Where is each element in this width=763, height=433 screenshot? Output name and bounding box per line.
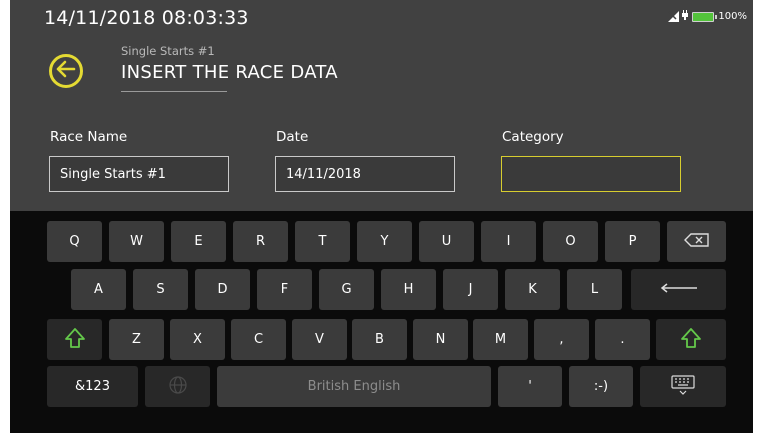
app-screen: 14/11/2018 08:03:33 100% Single Starts #…: [10, 0, 753, 433]
key-k[interactable]: K: [505, 269, 560, 310]
key-n[interactable]: N: [413, 319, 468, 360]
key-o[interactable]: O: [543, 221, 598, 262]
race-name-label: Race Name: [50, 129, 128, 145]
key-c[interactable]: C: [231, 319, 286, 360]
key-s[interactable]: S: [133, 269, 188, 310]
on-screen-keyboard: Q W E R T Y U I O P A S D F G H J K L Z …: [10, 211, 753, 433]
key-space[interactable]: British English: [217, 366, 491, 407]
key-h[interactable]: H: [381, 269, 436, 310]
key-p[interactable]: P: [605, 221, 660, 262]
date-label: Date: [276, 129, 309, 145]
backspace-icon: [683, 232, 710, 251]
key-shift-right[interactable]: [656, 319, 726, 360]
key-comma[interactable]: ,: [534, 319, 589, 360]
key-g[interactable]: G: [319, 269, 374, 310]
key-j[interactable]: J: [443, 269, 498, 310]
page-title: INSERT THE RACE DATA: [121, 62, 338, 83]
battery-percent: 100%: [718, 11, 747, 22]
key-y[interactable]: Y: [357, 221, 412, 262]
status-bar-right: 100%: [668, 10, 747, 23]
key-v[interactable]: V: [292, 319, 347, 360]
key-b[interactable]: B: [352, 319, 407, 360]
category-label: Category: [502, 129, 564, 145]
key-period[interactable]: .: [595, 319, 650, 360]
category-field[interactable]: [501, 156, 681, 192]
date-field[interactable]: 14/11/2018: [275, 156, 455, 192]
keyboard-hide-icon: [671, 374, 695, 399]
key-enter[interactable]: [631, 269, 726, 310]
race-name-field[interactable]: Single Starts #1: [49, 156, 229, 192]
enter-icon: [660, 282, 698, 297]
back-button[interactable]: [49, 54, 83, 88]
key-shift-left[interactable]: [47, 319, 102, 360]
key-d[interactable]: D: [195, 269, 250, 310]
key-symbols[interactable]: &123: [47, 366, 138, 407]
key-backspace[interactable]: [667, 221, 726, 262]
back-arrow-icon: [56, 60, 76, 82]
key-f[interactable]: F: [257, 269, 312, 310]
key-q[interactable]: Q: [47, 221, 102, 262]
title-divider: [121, 91, 227, 92]
charging-icon: [682, 10, 689, 23]
key-r[interactable]: R: [233, 221, 288, 262]
key-language[interactable]: [145, 366, 210, 407]
key-z[interactable]: Z: [109, 319, 164, 360]
key-x[interactable]: X: [170, 319, 225, 360]
key-hide-keyboard[interactable]: [640, 366, 726, 407]
globe-icon: [168, 375, 188, 399]
key-smiley[interactable]: :-): [569, 366, 633, 407]
key-m[interactable]: M: [473, 319, 528, 360]
key-u[interactable]: U: [419, 221, 474, 262]
status-datetime: 14/11/2018 08:03:33: [44, 7, 249, 29]
key-e[interactable]: E: [171, 221, 226, 262]
key-i[interactable]: I: [481, 221, 536, 262]
signal-icon: [668, 11, 680, 22]
page-subtitle: Single Starts #1: [121, 44, 215, 58]
shift-icon: [680, 327, 702, 353]
key-a[interactable]: A: [71, 269, 126, 310]
key-w[interactable]: W: [109, 221, 164, 262]
battery-icon: [692, 11, 718, 22]
shift-icon: [64, 327, 86, 353]
key-apostrophe[interactable]: ': [498, 366, 562, 407]
key-l[interactable]: L: [567, 269, 622, 310]
key-t[interactable]: T: [295, 221, 350, 262]
